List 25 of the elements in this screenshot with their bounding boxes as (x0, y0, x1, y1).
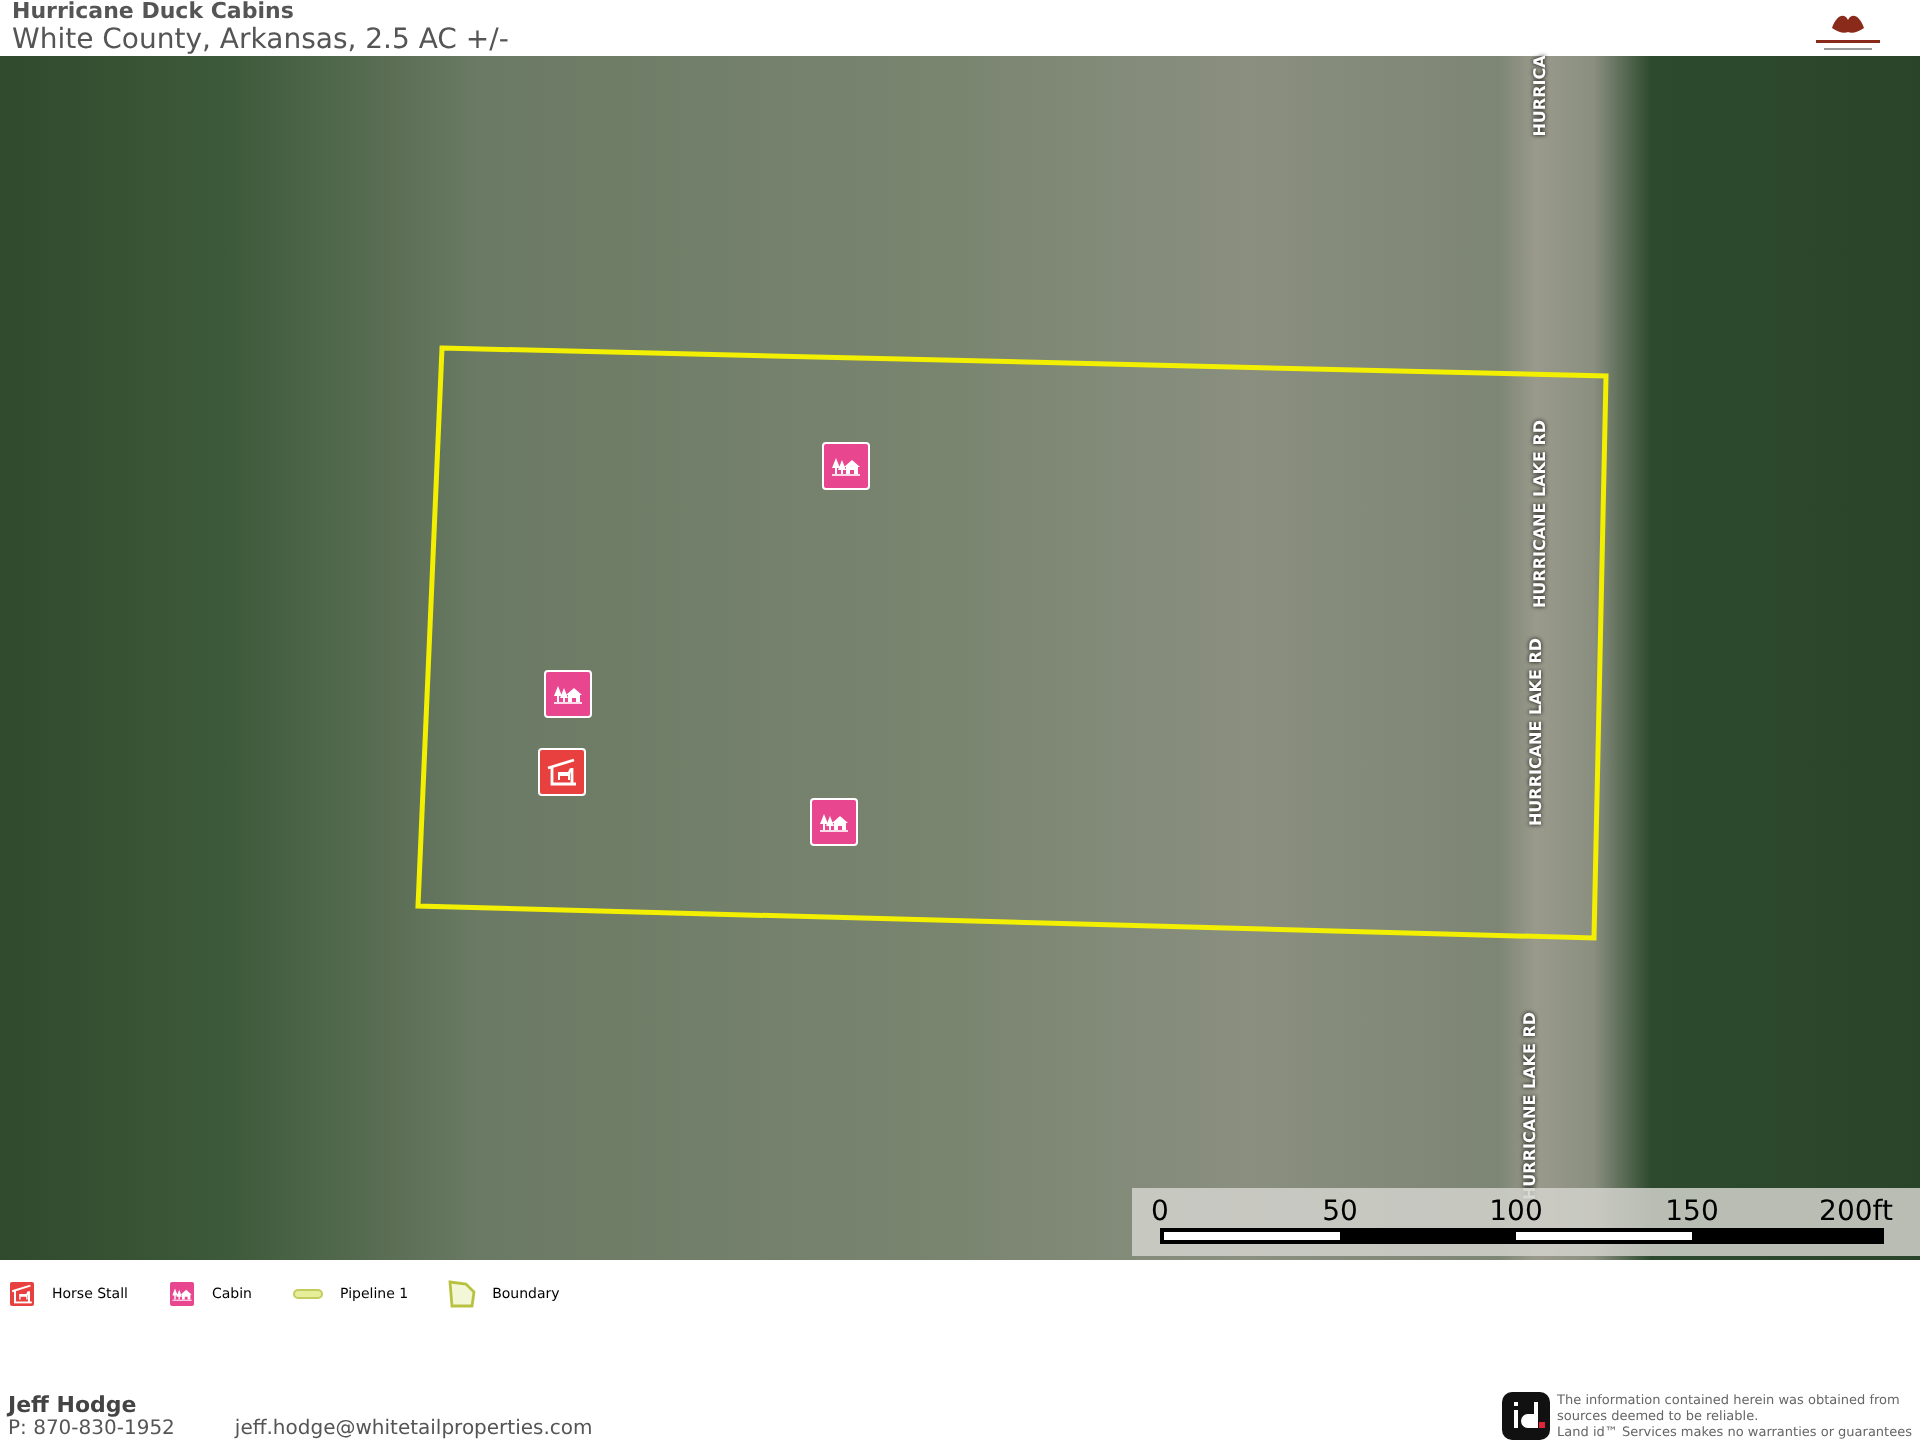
email-address: jeff.hodge@whitetailproperties.com (234, 1418, 593, 1440)
id-logo-icon (1501, 1392, 1550, 1440)
trees-house-icon (832, 456, 860, 476)
trees-house-icon (554, 684, 582, 704)
stable-horse-icon (546, 758, 578, 786)
scale-label: 50 (1322, 1196, 1358, 1228)
road-label: HURRICA (1531, 55, 1549, 137)
cabin-marker[interactable] (822, 442, 870, 490)
road-label: HURRICANE LAKE RD (1521, 1011, 1539, 1201)
scale-label: 100 (1489, 1196, 1543, 1228)
polygon-icon (448, 1280, 477, 1308)
page-subtitle: White County, Arkansas, 2.5 AC +/- (12, 24, 509, 56)
scale-label: 0 (1151, 1196, 1169, 1228)
phone-number: P: 870-830-1952 (8, 1418, 175, 1440)
page-title: Hurricane Duck Cabins (12, 0, 296, 24)
trees-house-icon (172, 1287, 192, 1301)
road-label: HURRICANE LAKE RD (1527, 637, 1545, 827)
scale-label: 150 (1665, 1196, 1719, 1228)
horse-stall-marker[interactable] (538, 748, 586, 796)
trees-house-icon (820, 812, 848, 832)
scale-label: 200ft (1819, 1196, 1893, 1228)
cabin-marker[interactable] (544, 670, 592, 718)
cabin-marker[interactable] (810, 798, 858, 846)
agent-name: Jeff Hodge (8, 1392, 139, 1418)
road-label: HURRICANE LAKE RD (1531, 419, 1549, 609)
